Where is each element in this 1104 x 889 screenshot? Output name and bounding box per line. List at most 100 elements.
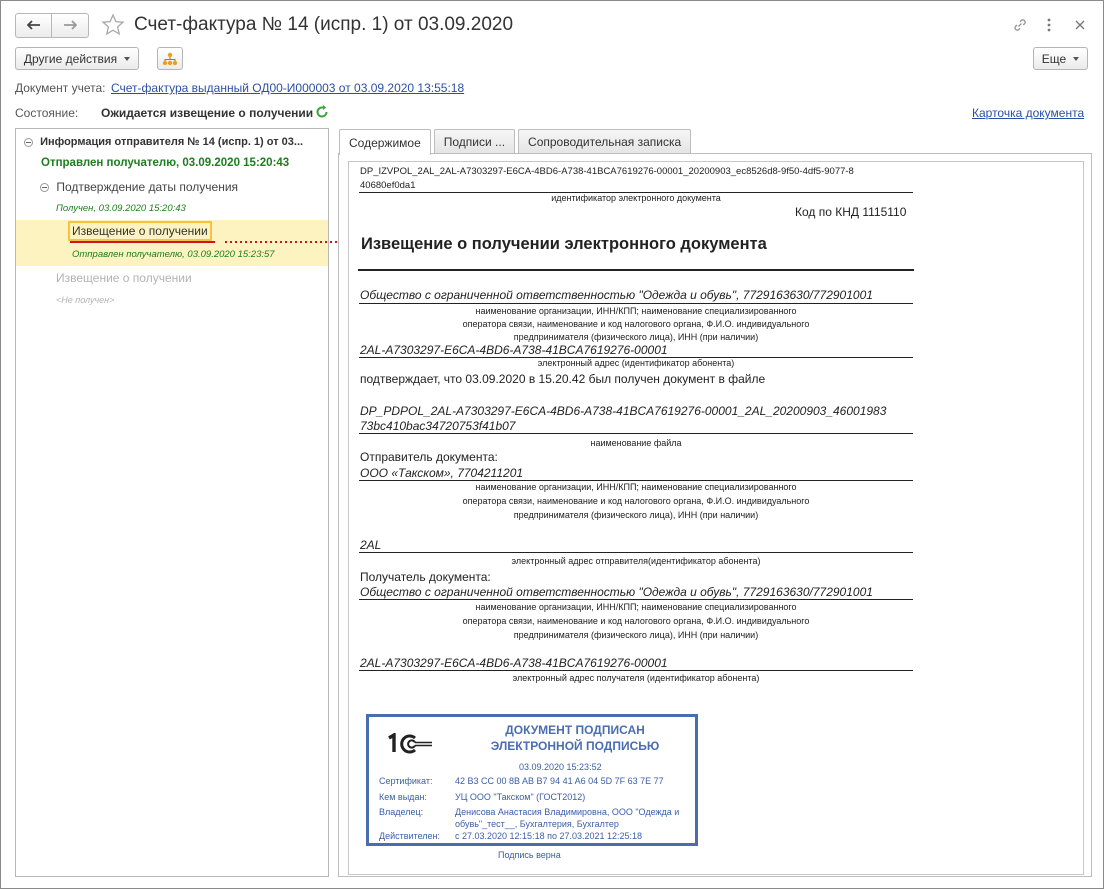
window: Счет-фактура № 14 (испр. 1) от 03.09.202… [0, 0, 1104, 889]
tree-notice1-node[interactable]: Извещение о получении [68, 221, 212, 241]
chevron-down-icon [1073, 56, 1080, 61]
collapse-toggle-icon[interactable] [24, 137, 33, 147]
more-vertical-icon[interactable] [1039, 15, 1059, 35]
stamp-owner-label: Владелец: [379, 807, 424, 817]
tree-confirm-status: Получен, 03.09.2020 15:20:43 [56, 203, 186, 214]
tab-cover-note[interactable]: Сопроводительная записка [518, 129, 692, 154]
file-id-line-1: DP_IZVPOL_2AL_2AL-A7303297-E6CA-4BD6-A73… [360, 166, 854, 177]
other-actions-label: Другие действия [23, 51, 118, 66]
recipient-caption-2: оператора связи, наименование и код нало… [462, 616, 810, 626]
file-id-line-2: 40680ef0da1 [360, 180, 416, 191]
document-heading: Извещение о получении электронного докум… [361, 235, 767, 253]
account-doc-link[interactable]: Счет-фактура выданный ОД00-И000003 от 03… [111, 81, 464, 95]
more-button[interactable]: Еще [1033, 47, 1088, 70]
state-label: Состояние: [15, 106, 79, 120]
file-name-caption: наименование файла [590, 438, 682, 448]
org-caption-1: наименование организации, ИНН/КПП; наиме… [475, 306, 797, 316]
tab-content-label: Содержимое [349, 135, 421, 150]
thick-divider [358, 269, 914, 271]
divider [359, 303, 913, 304]
stamp-title-2: ЭЛЕКТРОННОЙ ПОДПИСЬЮ [490, 739, 660, 753]
other-actions-button[interactable]: Другие действия [15, 47, 139, 70]
stamp-valid-value: с 27.03.2020 12:15:18 по 27.03.2021 12:2… [455, 831, 643, 841]
sender-caption-2: оператора связи, наименование и код нало… [462, 496, 810, 506]
signature-verified: Подпись верна [498, 850, 561, 860]
tree-confirm-node[interactable]: Подтверждение даты получения [40, 180, 238, 194]
divider [359, 433, 913, 434]
tab-signatures-label: Подписи ... [443, 135, 506, 149]
doc-card-link[interactable]: Карточка документа [972, 106, 1084, 120]
file-id-caption: идентификатор электронного документа [551, 193, 721, 203]
underline-marker [70, 241, 215, 243]
tab-cover-note-label: Сопроводительная записка [528, 135, 682, 149]
tree-notice2-node[interactable]: Извещение о получении [56, 271, 192, 285]
knd-code: Код по КНД 1115110 [795, 205, 907, 219]
confirm-text: подтверждает, что 03.09.2020 в 15.20.42 … [360, 372, 766, 386]
tree-root-label: Информация отправителя № 14 (испр. 1) от… [40, 136, 304, 148]
link-icon[interactable] [1010, 15, 1030, 35]
favorite-star-icon[interactable] [101, 13, 125, 37]
stamp-owner-value-2: обувь"_тест__, Бухгалтерия, Бухгалтер [455, 819, 619, 829]
content-panel: DP_IZVPOL_2AL_2AL-A7303297-E6CA-4BD6-A73… [338, 153, 1092, 877]
structure-button[interactable] [157, 47, 183, 70]
org-address-caption: электронный адрес (идентификатор абонент… [537, 358, 735, 368]
tree-notice2-status: <Не получен> [56, 295, 115, 305]
stamp-title-1: ДОКУМЕНТ ПОДПИСАН [505, 723, 645, 737]
stamp-cert-label: Сертификат: [379, 776, 433, 786]
stamp-cert-value: 42 B3 CC 00 8B AB B7 94 41 A6 04 5D 7F 6… [455, 776, 664, 786]
recipient-address: 2AL-A7303297-E6CA-4BD6-A738-41BCA7619276… [360, 656, 668, 670]
window-title: Счет-фактура № 14 (испр. 1) от 03.09.202… [134, 14, 514, 35]
recipient-name: Общество с ограниченной ответственностью… [360, 585, 873, 599]
stamp-valid-label: Действителен: [379, 831, 441, 841]
arrow-right-icon [64, 20, 77, 30]
account-doc-label: Документ учета: [15, 81, 106, 95]
divider [359, 599, 913, 600]
tree-confirm-label: Подтверждение даты получения [56, 180, 239, 194]
state-value: Ожидается извещение о получении [101, 106, 314, 120]
stamp-owner-value-1: Денисова Анастасия Владимировна, ООО "Од… [455, 807, 680, 817]
hierarchy-icon [162, 52, 178, 65]
file-name-line-1: DP_PDPOL_2AL-A7303297-E6CA-4BD6-A738-41B… [360, 404, 887, 418]
document-view: DP_IZVPOL_2AL_2AL-A7303297-E6CA-4BD6-A73… [348, 161, 1084, 875]
tab-bar: Содержимое Подписи ... Сопроводительная … [339, 129, 694, 155]
sender-caption-3: предпринимателя (физического лица), ИНН … [513, 510, 759, 520]
tree-notice1-label: Извещение о получении [72, 224, 208, 238]
window-header: Счет-фактура № 14 (испр. 1) от 03.09.202… [15, 12, 513, 38]
tree-notice1-status: Отправлен получателю, 03.09.2020 15:23:5… [72, 249, 275, 260]
recipient-caption-1: наименование организации, ИНН/КПП; наиме… [475, 602, 797, 612]
refresh-icon[interactable] [315, 105, 329, 119]
recipient-address-caption: электронный адрес получателя (идентифика… [512, 673, 760, 683]
org-name: Общество с ограниченной ответственностью… [360, 288, 873, 302]
stamp-date: 03.09.2020 15:23:52 [519, 762, 602, 772]
tree-root-status: Отправлен получателю, 03.09.2020 15:20:4… [41, 157, 290, 169]
tab-content[interactable]: Содержимое [339, 129, 431, 155]
forward-button[interactable] [52, 12, 89, 38]
divider [359, 670, 913, 671]
signature-stamp: ДОКУМЕНТ ПОДПИСАН ЭЛЕКТРОННОЙ ПОДПИСЬЮ 0… [366, 714, 698, 846]
stamp-issuer-label: Кем выдан: [379, 792, 427, 802]
file-name-line-2: 73bc410bac34720753f41b07 [360, 419, 516, 433]
divider [359, 552, 913, 553]
tree-notice2-label: Извещение о получении [56, 271, 192, 285]
sender-address-caption: электронный адрес отправителя(идентифика… [511, 556, 761, 566]
chevron-down-icon [124, 56, 131, 61]
collapse-toggle-icon[interactable] [40, 183, 49, 193]
recipient-label: Получатель документа: [360, 570, 491, 584]
back-button[interactable] [15, 12, 52, 38]
arrow-left-icon [26, 20, 40, 30]
sender-caption-1: наименование организации, ИНН/КПП; наиме… [475, 482, 797, 492]
stamp-issuer-value: УЦ ООО "Такском" (ГОСТ2012) [455, 792, 586, 802]
close-icon[interactable] [1070, 15, 1090, 35]
org-caption-3: предпринимателя (физического лица), ИНН … [513, 332, 759, 342]
tab-signatures[interactable]: Подписи ... [433, 129, 516, 154]
divider [359, 480, 913, 481]
org-caption-2: оператора связи, наименование и код нало… [462, 319, 810, 329]
sender-label: Отправитель документа: [360, 450, 498, 464]
1c-logo-icon [388, 733, 432, 754]
recipient-caption-3: предпринимателя (физического лица), ИНН … [513, 630, 759, 640]
annotation-arrow-icon [225, 237, 353, 247]
more-label: Еще [1041, 51, 1067, 66]
tree-root[interactable]: Информация отправителя № 14 (испр. 1) от… [24, 136, 303, 148]
sender-address: 2AL [360, 538, 382, 552]
sender-name: ООО «Такском», 7704211201 [360, 466, 524, 480]
